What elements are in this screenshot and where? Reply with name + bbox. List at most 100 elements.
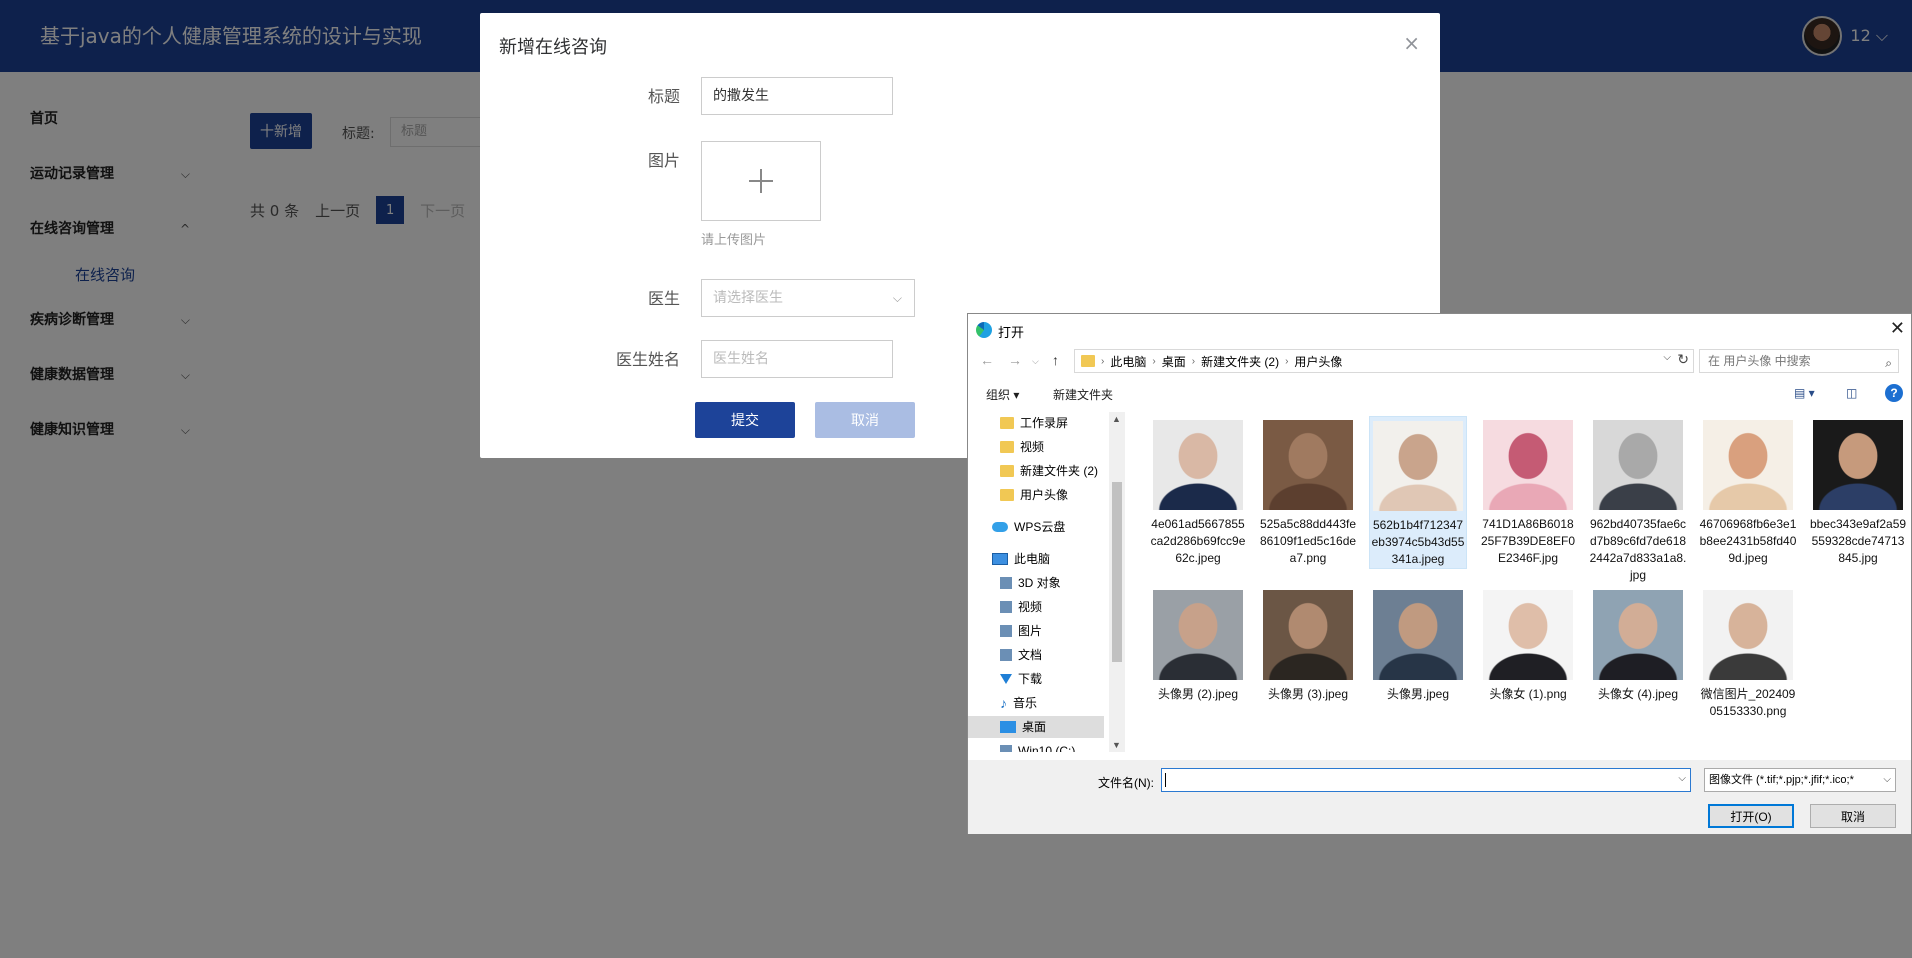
- tree-item-label: 视频: [1018, 600, 1043, 614]
- chevron-down-icon: ⌵: [1883, 769, 1891, 791]
- file-item[interactable]: 525a5c88dd443fe86109f1ed5c16dea7.png: [1259, 416, 1357, 567]
- nav-tree: 工作录屏 视频 新建文件夹 (2) 用户头像 WPS云盘 此电脑 3D 对象 视…: [968, 412, 1104, 752]
- view-mode-icon[interactable]: ▤ ▾: [1794, 386, 1815, 400]
- chevron-down-icon[interactable]: ⌵: [1678, 773, 1686, 784]
- forward-arrow-icon[interactable]: →: [1008, 352, 1022, 368]
- cube-icon: [1000, 577, 1012, 589]
- file-item[interactable]: 46706968fb6e3e1b8ee2431b58fd409d.jpeg: [1699, 416, 1797, 567]
- file-name: 头像女 (1).png: [1489, 687, 1567, 701]
- preview-pane-icon[interactable]: ◫: [1846, 386, 1857, 400]
- close-icon[interactable]: ×: [1403, 31, 1420, 55]
- dialog-titlebar[interactable]: 打开 ✕: [968, 314, 1911, 344]
- tree-item[interactable]: 视频: [1000, 436, 1044, 458]
- tree-scrollbar[interactable]: ▲ ▼: [1109, 412, 1125, 752]
- file-open-dialog: 打开 ✕ ← → ⌵ ↑ › 此电脑 › 桌面 › 新建文件夹 (2) › 用户…: [967, 313, 1912, 834]
- tree-item[interactable]: 文档: [1000, 644, 1042, 666]
- file-thumbnail: [1593, 420, 1683, 510]
- tree-item[interactable]: 桌面: [968, 716, 1104, 738]
- file-item[interactable]: 头像男.jpeg: [1369, 586, 1467, 703]
- file-item[interactable]: 头像女 (4).jpeg: [1589, 586, 1687, 703]
- tree-item-label: Win10 (C:): [1018, 744, 1076, 752]
- back-arrow-icon[interactable]: ←: [980, 352, 994, 368]
- file-name: 头像女 (4).jpeg: [1597, 687, 1679, 701]
- tree-item[interactable]: 图片: [1000, 620, 1042, 642]
- address-bar[interactable]: › 此电脑 › 桌面 › 新建文件夹 (2) › 用户头像 ⌵ ↻: [1074, 349, 1694, 373]
- file-item[interactable]: 4e061ad5667855ca2d286b69fcc9e62c.jpeg: [1149, 416, 1247, 567]
- tree-item[interactable]: Win10 (C:): [1000, 740, 1075, 752]
- file-name: 46706968fb6e3e1b8ee2431b58fd409d.jpeg: [1699, 517, 1797, 565]
- breadcrumb-item[interactable]: 新建文件夹 (2): [1201, 353, 1279, 370]
- breadcrumb-item[interactable]: 此电脑: [1110, 353, 1146, 370]
- tree-item[interactable]: 3D 对象: [1000, 572, 1061, 594]
- search-input[interactable]: 在 用户头像 中搜索 ⌕: [1699, 349, 1899, 373]
- dialog-footer: 文件名(N): ⌵ 图像文件 (*.tif;*.pjp;*.jfif;*.ico…: [968, 760, 1911, 834]
- cancel-button[interactable]: 取消: [815, 402, 915, 438]
- tree-item-label: 文档: [1018, 648, 1043, 662]
- desktop-icon: [1000, 721, 1016, 733]
- tree-item-label: 音乐: [1013, 696, 1038, 710]
- organize-menu[interactable]: 组织 ▾: [986, 386, 1019, 403]
- file-item[interactable]: 头像男 (3).jpeg: [1259, 586, 1357, 703]
- file-item[interactable]: 562b1b4f712347eb3974c5b43d55341a.jpeg: [1369, 416, 1467, 569]
- new-folder-button[interactable]: 新建文件夹: [1053, 386, 1113, 403]
- tree-item[interactable]: ♪ 音乐: [1000, 692, 1037, 714]
- doctor-select-placeholder: 请选择医生: [713, 290, 783, 306]
- title-input[interactable]: 的撒发生: [701, 77, 893, 115]
- image-label: 图片: [647, 151, 680, 170]
- cloud-icon: [992, 522, 1008, 532]
- submit-button[interactable]: 提交: [695, 402, 795, 438]
- tree-item[interactable]: 此电脑: [992, 548, 1050, 570]
- dialog-nav-row: ← → ⌵ ↑ › 此电脑 › 桌面 › 新建文件夹 (2) › 用户头像 ⌵ …: [968, 346, 1911, 376]
- tree-item[interactable]: 工作录屏: [1000, 412, 1068, 434]
- file-item[interactable]: 头像男 (2).jpeg: [1149, 586, 1247, 703]
- filetype-select[interactable]: 图像文件 (*.tif;*.pjp;*.jfif;*.ico;* ⌵: [1704, 768, 1896, 792]
- computer-icon: [992, 553, 1008, 565]
- file-name: 562b1b4f712347eb3974c5b43d55341a.jpeg: [1371, 518, 1465, 566]
- tree-item-label: 用户头像: [1020, 488, 1069, 502]
- video-icon: [1000, 601, 1012, 613]
- breadcrumb-item[interactable]: 用户头像: [1294, 353, 1342, 370]
- image-upload-box[interactable]: [701, 141, 821, 221]
- file-thumbnail: [1483, 420, 1573, 510]
- chevron-right-icon: ›: [1101, 355, 1105, 367]
- doctor-name-input[interactable]: 医生姓名: [701, 340, 893, 378]
- file-thumbnail: [1703, 420, 1793, 510]
- file-item[interactable]: 962bd40735fae6cd7b89c6fd7de6182442a7d833…: [1589, 416, 1687, 584]
- open-button[interactable]: 打开(O): [1708, 804, 1794, 828]
- tree-item[interactable]: 用户头像: [1000, 484, 1068, 506]
- file-thumbnail: [1373, 590, 1463, 680]
- dialog-cancel-button[interactable]: 取消: [1810, 804, 1896, 828]
- tree-item[interactable]: 视频: [1000, 596, 1042, 618]
- doctor-select[interactable]: 请选择医生 ⌵: [701, 279, 915, 317]
- up-arrow-icon[interactable]: ↑: [1052, 352, 1059, 368]
- plus-icon: [749, 169, 773, 193]
- file-item[interactable]: 微信图片_20240905153330.png: [1699, 586, 1797, 720]
- tree-item[interactable]: 新建文件夹 (2): [1000, 460, 1098, 482]
- file-item[interactable]: 头像女 (1).png: [1479, 586, 1577, 703]
- help-icon[interactable]: ?: [1885, 384, 1903, 402]
- close-icon[interactable]: ✕: [1890, 318, 1905, 339]
- tree-item-label: 下载: [1018, 672, 1043, 686]
- tree-item[interactable]: 下载: [1000, 668, 1042, 690]
- tree-item-label: WPS云盘: [1014, 520, 1066, 534]
- breadcrumb-item[interactable]: 桌面: [1162, 353, 1186, 370]
- folder-icon: [1000, 417, 1014, 429]
- text-caret: [1165, 773, 1166, 787]
- search-icon[interactable]: ⌕: [1885, 352, 1892, 374]
- download-icon: [1000, 674, 1012, 684]
- refresh-icon[interactable]: ↻: [1677, 351, 1689, 368]
- scroll-up-icon[interactable]: ▲: [1112, 414, 1121, 424]
- scroll-down-icon[interactable]: ▼: [1112, 740, 1121, 750]
- chevron-right-icon: ›: [1285, 355, 1289, 367]
- chevron-down-icon[interactable]: ⌵: [1663, 352, 1671, 363]
- tree-item[interactable]: WPS云盘: [992, 516, 1065, 538]
- file-thumbnail: [1813, 420, 1903, 510]
- recent-dropdown-icon[interactable]: ⌵: [1032, 356, 1039, 367]
- scrollbar-thumb[interactable]: [1112, 482, 1122, 662]
- filename-input[interactable]: ⌵: [1161, 768, 1691, 792]
- file-item[interactable]: bbec343e9af2a59559328cde74713845.jpg: [1809, 416, 1907, 567]
- tree-item-label: 此电脑: [1014, 552, 1051, 566]
- file-name: 525a5c88dd443fe86109f1ed5c16dea7.png: [1259, 517, 1357, 565]
- file-name: 头像男 (2).jpeg: [1157, 687, 1239, 701]
- file-item[interactable]: 741D1A86B601825F7B39DE8EF0E2346F.jpg: [1479, 416, 1577, 567]
